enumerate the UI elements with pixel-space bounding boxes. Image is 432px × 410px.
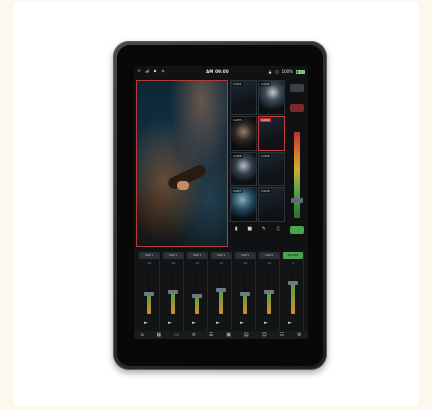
mixer-channel: CAM 2 -18 ►: [162, 252, 184, 330]
bottom-toolbar: ⌂ ▦ ▭ ≡ ☰ ▣ ▤ ☺ ☷ ⚙: [134, 331, 308, 339]
image-icon[interactable]: ▣: [226, 332, 231, 338]
app-screen: AM 09:00 100% CAM1 CAM2 CAM3 CAM4 CAM5 C…: [134, 66, 308, 339]
preview-tile[interactable]: CAM6: [258, 151, 285, 187]
mixer-channel: CAM 6 -19 ►: [258, 252, 280, 330]
preview-tile[interactable]: CAM1: [230, 80, 257, 115]
channel-label[interactable]: CAM 3: [187, 252, 207, 259]
network-icon[interactable]: [274, 69, 279, 74]
channel-db: -18: [170, 261, 176, 265]
record-dot-icon[interactable]: [153, 69, 157, 73]
program-video-output[interactable]: [136, 80, 228, 247]
lock-icon[interactable]: [268, 69, 272, 74]
stack-icon[interactable]: ☷: [280, 332, 284, 338]
battery-percent: 100%: [281, 69, 293, 74]
trash-icon[interactable]: ▮: [235, 226, 238, 232]
speaker-icon[interactable]: ►: [288, 320, 292, 326]
preview-tile[interactable]: CAM7: [230, 187, 257, 222]
channel-label[interactable]: MASTER: [283, 252, 303, 259]
folder-icon[interactable]: ▤: [244, 332, 249, 338]
channel-db: -22: [194, 261, 200, 265]
performer-hand: [177, 181, 189, 190]
channel-fader[interactable]: [195, 270, 199, 314]
preview-tile[interactable]: CAM2: [258, 80, 285, 115]
master-mute-button[interactable]: [290, 226, 304, 234]
master-vu-meter: [294, 132, 300, 218]
fader-cap[interactable]: [144, 292, 154, 297]
speaker-icon[interactable]: ►: [144, 320, 148, 326]
monitor-icon[interactable]: ▭: [174, 332, 179, 338]
channel-db: -19: [266, 261, 272, 265]
channel-label[interactable]: CAM 4: [211, 252, 231, 259]
fader-cap[interactable]: [192, 294, 202, 299]
fader-cap[interactable]: [288, 281, 298, 286]
status-bar: AM 09:00 100%: [134, 66, 308, 78]
channel-db: -20: [242, 261, 248, 265]
mixer-channel: CAM 5 -20 ►: [234, 252, 256, 330]
fader-cap[interactable]: [264, 290, 274, 294]
wifi-icon[interactable]: [137, 69, 141, 73]
user-icon[interactable]: ☺: [261, 332, 266, 338]
master-meter-column: [287, 80, 307, 247]
channel-fader[interactable]: [219, 270, 223, 314]
audio-mixer: CAM 1 -20 ► CAM 2 -18 ► CAM 3 -22 ► CAM 4 -15 ► CAM …: [134, 250, 308, 339]
preview-tile[interactable]: CAM8: [258, 187, 285, 222]
speaker-icon[interactable]: ►: [192, 320, 196, 326]
settings-icon[interactable]: [161, 69, 165, 73]
preview-tile[interactable]: CAM5: [230, 151, 257, 187]
grid-icon[interactable]: ▦: [157, 332, 162, 338]
preview-toolbar: ▮ ■ ✎ ♫: [230, 224, 285, 234]
channel-label[interactable]: CAM 1: [139, 252, 159, 259]
stream-button[interactable]: [290, 104, 304, 112]
preview-label: CAM1: [232, 82, 243, 86]
settings-icon[interactable]: ⚙: [297, 332, 301, 338]
preview-label: CAM3: [232, 117, 243, 122]
home-icon[interactable]: ⌂: [140, 332, 143, 338]
mixer-channel: CAM 4 -15 ►: [210, 252, 232, 330]
channel-db: -15: [218, 261, 224, 265]
pen-icon[interactable]: ✎: [262, 226, 266, 232]
camera-preview-grid: CAM1 CAM2 CAM3 CAM4 CAM5 CAM6 CAM7 CAM8: [230, 80, 285, 222]
speaker-icon[interactable]: ►: [168, 320, 172, 326]
menu-icon[interactable]: ☰: [209, 332, 213, 338]
channel-db: 0: [292, 261, 294, 265]
preview-tile[interactable]: CAM3: [230, 115, 257, 151]
preview-label: CAM8: [260, 189, 271, 194]
master-fader-cap[interactable]: [291, 198, 303, 203]
mixer-channel: MASTER 0 ►: [282, 252, 304, 330]
mixer-channel: CAM 3 -22 ►: [186, 252, 208, 330]
mixer-channel: CAM 1 -20 ►: [138, 252, 160, 330]
speaker-icon[interactable]: ►: [264, 320, 268, 326]
status-clock: AM 09:00: [206, 69, 229, 74]
mic-icon[interactable]: ♫: [276, 226, 280, 232]
fader-cap[interactable]: [168, 290, 178, 294]
channel-label[interactable]: CAM 5: [235, 252, 255, 259]
channel-db: -20: [146, 261, 152, 265]
battery-icon: [296, 69, 305, 74]
fader-cap[interactable]: [240, 292, 250, 297]
preview-label: CAM5: [232, 153, 243, 158]
preview-label: CAM4: [260, 117, 271, 122]
speaker-icon[interactable]: ►: [240, 320, 244, 326]
layers-icon[interactable]: ≡: [192, 332, 196, 338]
signal-icon[interactable]: [145, 69, 149, 73]
preview-label: CAM7: [232, 189, 243, 194]
channel-fader[interactable]: [291, 270, 295, 314]
channel-label[interactable]: CAM 2: [163, 252, 183, 259]
fader-cap[interactable]: [216, 287, 226, 292]
preview-label: CAM6: [260, 153, 271, 158]
preview-tile-active[interactable]: CAM4: [258, 115, 285, 151]
square-icon[interactable]: ■: [247, 226, 252, 232]
preview-label: CAM2: [260, 82, 271, 86]
channel-label[interactable]: CAM 6: [259, 252, 279, 259]
speaker-icon[interactable]: ►: [216, 320, 220, 326]
record-button[interactable]: [290, 84, 304, 92]
